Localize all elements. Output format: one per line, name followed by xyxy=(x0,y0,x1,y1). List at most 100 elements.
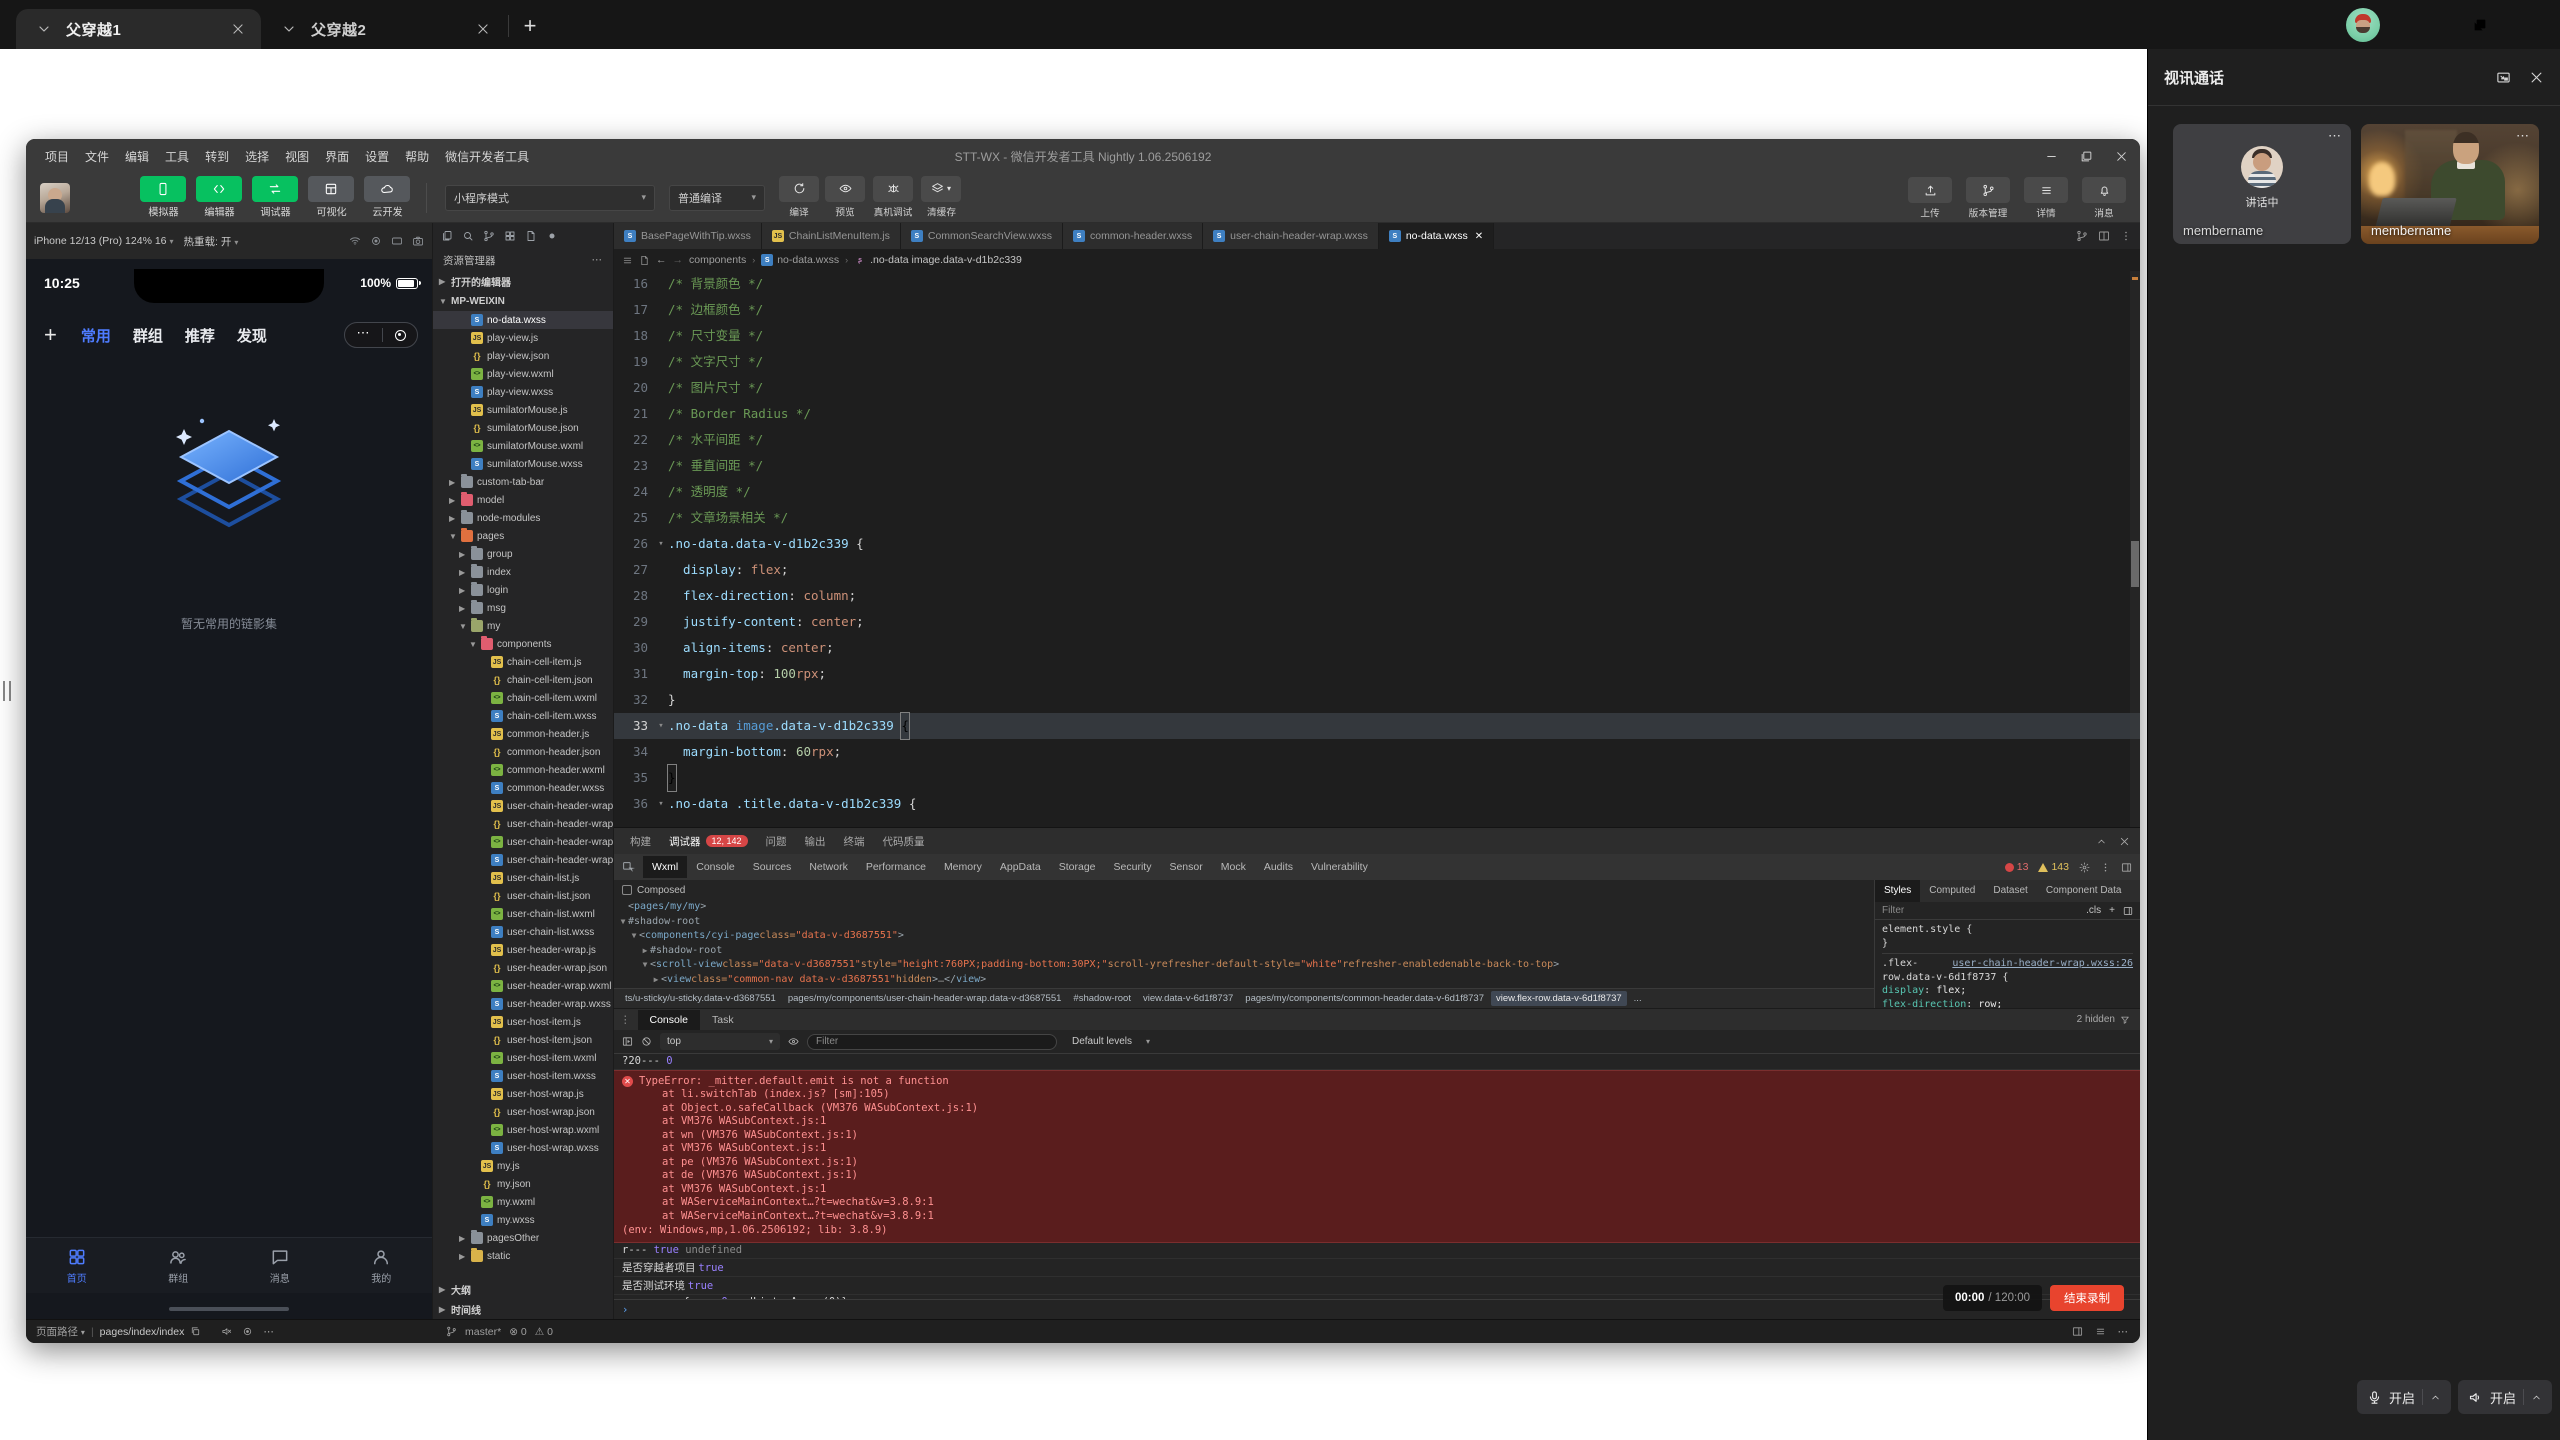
code-line[interactable]: 31 margin-top: 100rpx; xyxy=(614,661,2140,687)
stack-link[interactable]: VM376 WASubContext.js:1 xyxy=(681,1183,826,1195)
code-line[interactable]: 18/* 尺寸变量 */ xyxy=(614,323,2140,349)
dot-icon[interactable] xyxy=(546,230,558,242)
editor-tab-BasePageWithTip.wxss[interactable]: SBasePageWithTip.wxss xyxy=(614,223,762,249)
tab-close-icon[interactable] xyxy=(231,22,245,36)
dom-node[interactable]: ▶<view class="common-nav data-v-d3687551… xyxy=(614,973,1874,988)
stack-link[interactable]: WAServiceMainContext…?t=wechat&v=3.8.9:1 xyxy=(681,1196,934,1208)
tree-item-user-header-wrap.wxml[interactable]: <>user-header-wrap.wxml xyxy=(433,977,613,995)
statusbar-more-icon[interactable]: ⋯ xyxy=(2118,1326,2129,1338)
action-版本管理[interactable]: 版本管理 xyxy=(1966,177,2010,221)
fold-icon[interactable]: ▾ xyxy=(654,791,668,817)
browser-tab-1[interactable]: 父穿越1 xyxy=(16,9,261,49)
panel-drag-handle[interactable] xyxy=(3,681,11,701)
stack-link[interactable]: VM376 WASubContext.js:1 xyxy=(706,1156,851,1168)
toggle-编辑器[interactable]: 编辑器 xyxy=(196,176,242,220)
devtool-tab-Performance[interactable]: Performance xyxy=(857,856,935,878)
devtool-tab-Mock[interactable]: Mock xyxy=(1212,856,1255,878)
styles-rules[interactable]: element.style {}user-chain-header-wrap.w… xyxy=(1875,920,2140,1008)
dom-breadcrumb-item[interactable]: view.flex-row.data-v-6d1f8737 xyxy=(1491,991,1627,1006)
fold-icon[interactable]: ▾ xyxy=(654,713,668,739)
panel-tab-问题[interactable]: 问题 xyxy=(758,831,795,852)
code-line[interactable]: 22/* 水平间距 */ xyxy=(614,427,2140,453)
panel-tab-终端[interactable]: 终端 xyxy=(836,831,873,852)
console-log[interactable]: 是否穿越者项目 true xyxy=(614,1259,2140,1277)
picture-in-picture-icon[interactable] xyxy=(2496,70,2511,85)
code-line[interactable]: 30 align-items: center; xyxy=(614,635,2140,661)
editor-scrollbar[interactable] xyxy=(2130,271,2140,827)
cls-toggle[interactable]: .cls xyxy=(2086,905,2101,916)
tree-item-my.json[interactable]: {}my.json xyxy=(433,1175,613,1193)
extensions-icon[interactable] xyxy=(504,230,516,242)
tree-item-user-host-wrap.wxml[interactable]: <>user-host-wrap.wxml xyxy=(433,1121,613,1139)
stack-link[interactable]: VM376 WASubContext.js:1 xyxy=(706,1129,851,1141)
context-select[interactable]: top▾ xyxy=(660,1033,780,1050)
capsule-more-icon[interactable]: ⋯ xyxy=(357,325,371,341)
dom-node[interactable]: ▼<components/cyi-page class="data-v-d368… xyxy=(614,929,1874,944)
member-tile-audio[interactable]: ⋯ 讲话中 membername xyxy=(2173,124,2351,244)
tree-item-node-modules[interactable]: ▶node-modules xyxy=(433,509,613,527)
record-icon[interactable] xyxy=(242,1326,253,1337)
tree-item-no-data.wxss[interactable]: Sno-data.wxss xyxy=(433,311,613,329)
collapse-icon[interactable] xyxy=(2096,836,2107,847)
dom-breadcrumb-item[interactable]: ts/u-sticky/u-sticky.data-v-d3687551 xyxy=(620,991,781,1006)
tree-item-user-chain-list.wxss[interactable]: Suser-chain-list.wxss xyxy=(433,923,613,941)
editor-tab-ChainListMenuItem.js[interactable]: JSChainListMenuItem.js xyxy=(762,223,901,249)
devtool-tab-Storage[interactable]: Storage xyxy=(1050,856,1105,878)
code-line[interactable]: 24/* 透明度 */ xyxy=(614,479,2140,505)
wechat-capsule[interactable]: ⋯ xyxy=(344,322,418,348)
code-line[interactable]: 23/* 垂直间距 */ xyxy=(614,453,2140,479)
tree-item-sumilatorMouse.json[interactable]: {}sumilatorMouse.json xyxy=(433,419,613,437)
hot-reload-select[interactable]: 热重载: 开▾ xyxy=(184,234,239,249)
editor-tab-user-chain-header-wrap.wxss[interactable]: Suser-chain-header-wrap.wxss xyxy=(1203,223,1379,249)
more-icon[interactable] xyxy=(2100,862,2111,873)
devtools-maximize-icon[interactable] xyxy=(2080,150,2093,163)
settings-icon[interactable] xyxy=(2079,862,2090,873)
app-tabbar-群组[interactable]: 群组 xyxy=(128,1238,230,1293)
toggle-云开发[interactable]: 云开发 xyxy=(364,176,410,220)
code-line[interactable]: 34 margin-bottom: 60rpx; xyxy=(614,739,2140,765)
toggle-模拟器[interactable]: 模拟器 xyxy=(140,176,186,220)
devtool-tab-Wxml[interactable]: Wxml xyxy=(643,856,687,878)
fold-icon[interactable]: ▾ xyxy=(654,531,668,557)
tree-item-model[interactable]: ▶model xyxy=(433,491,613,509)
devtool-tab-Sources[interactable]: Sources xyxy=(744,856,801,878)
device-select[interactable]: iPhone 12/13 (Pro) 124% 16▾ xyxy=(34,235,174,247)
dom-node[interactable]: ▼#shadow-root xyxy=(614,915,1874,930)
menu-item-工具[interactable]: 工具 xyxy=(158,145,196,168)
tree-item-play-view.wxss[interactable]: Splay-view.wxss xyxy=(433,383,613,401)
menu-item-界面[interactable]: 界面 xyxy=(318,145,356,168)
stack-link[interactable]: VM376 WASubContext.js:1 xyxy=(826,1102,971,1114)
tree-item-components[interactable]: ▼components xyxy=(433,635,613,653)
tree-item-user-host-wrap.js[interactable]: JSuser-host-wrap.js xyxy=(433,1085,613,1103)
app-tabbar-我的[interactable]: 我的 xyxy=(331,1238,433,1293)
code-line[interactable]: 26▾.no-data.data-v-d1b2c339 { xyxy=(614,531,2140,557)
action-清缓存[interactable]: ▾清缓存 xyxy=(921,176,961,220)
editor-tab-CommonSearchView.wxss[interactable]: SCommonSearchView.wxss xyxy=(901,223,1063,249)
tree-item-user-host-wrap.json[interactable]: {}user-host-wrap.json xyxy=(433,1103,613,1121)
code-line[interactable]: 25/* 文章场景相关 */ xyxy=(614,505,2140,531)
tree-item-common-header.wxml[interactable]: <>common-header.wxml xyxy=(433,761,613,779)
action-编译[interactable]: 编译 xyxy=(779,176,819,220)
mic-toggle-button[interactable]: 开启 xyxy=(2357,1380,2451,1414)
tree-item-user-host-item.js[interactable]: JSuser-host-item.js xyxy=(433,1013,613,1031)
tree-item-sumilatorMouse.js[interactable]: JSsumilatorMouse.js xyxy=(433,401,613,419)
member-tile-video[interactable]: ⋯ membername xyxy=(2361,124,2539,244)
panel-tab-输出[interactable]: 输出 xyxy=(797,831,834,852)
toggle-可视化[interactable]: 可视化 xyxy=(308,176,354,220)
devtool-tab-Vulnerability[interactable]: Vulnerability xyxy=(1302,856,1377,878)
console-sidebar-icon[interactable] xyxy=(622,1036,633,1047)
console-kebab-icon[interactable]: ⋮ xyxy=(620,1014,632,1026)
tab-chevron-icon[interactable] xyxy=(36,21,52,37)
code-line[interactable]: 32} xyxy=(614,687,2140,713)
devtool-tab-Audits[interactable]: Audits xyxy=(1255,856,1302,878)
menu-item-项目[interactable]: 项目 xyxy=(38,145,76,168)
app-nav-tab-常用[interactable]: 常用 xyxy=(81,325,111,346)
git-branch-name[interactable]: master* xyxy=(465,1326,501,1338)
action-真机调试[interactable]: 真机调试 xyxy=(871,176,915,220)
tree-item-custom-tab-bar[interactable]: ▶custom-tab-bar xyxy=(433,473,613,491)
console-filter-input[interactable]: Filter xyxy=(807,1034,1057,1050)
minimize-icon[interactable] xyxy=(2418,17,2434,33)
twisty-icon[interactable]: ▼ xyxy=(629,929,639,944)
tree-item-user-host-item.wxml[interactable]: <>user-host-item.wxml xyxy=(433,1049,613,1067)
code-line[interactable]: 16/* 背景颜色 */ xyxy=(614,271,2140,297)
